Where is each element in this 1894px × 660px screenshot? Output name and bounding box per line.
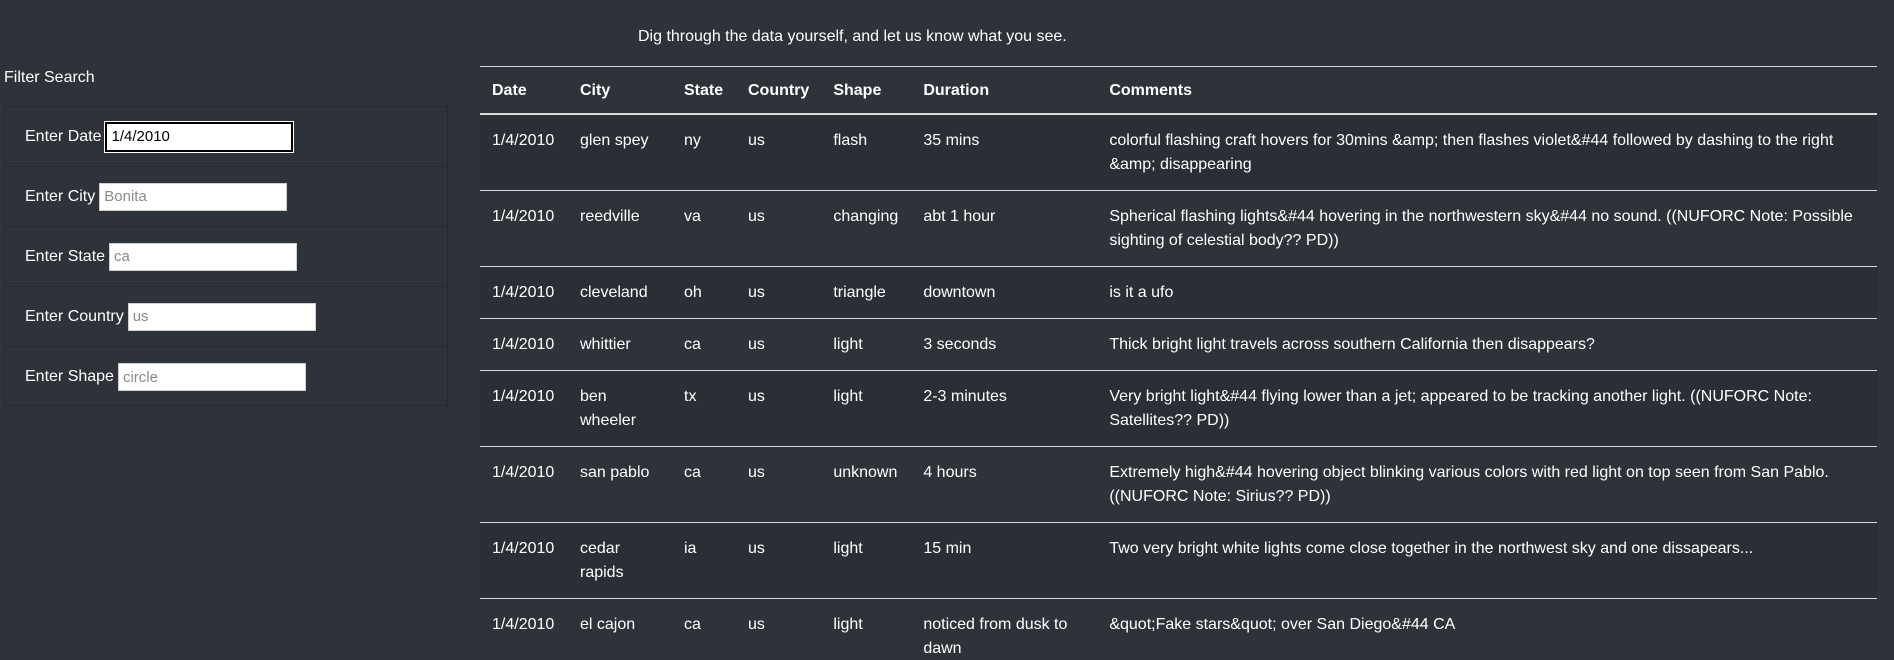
cell-comments: colorful flashing craft hovers for 30min…: [1097, 114, 1877, 191]
cell-state: va: [672, 190, 736, 267]
city-input[interactable]: [99, 182, 288, 211]
cell-country: us: [736, 598, 822, 660]
cell-comments: Spherical flashing lights&#44 hovering i…: [1097, 190, 1877, 267]
filter-row-city: Enter City: [5, 167, 447, 227]
cell-country: us: [736, 190, 822, 267]
cell-shape: triangle: [821, 266, 912, 319]
cell-city: reedville: [568, 190, 672, 267]
cell-shape: flash: [821, 114, 912, 191]
cell-duration: 3 seconds: [911, 318, 1098, 371]
cell-duration: noticed from dusk to dawn: [911, 598, 1098, 660]
cell-date: 1/4/2010: [480, 318, 568, 371]
cell-date: 1/4/2010: [480, 446, 568, 523]
filter-row-date: Enter Date: [5, 107, 447, 167]
cell-state: ca: [672, 446, 736, 523]
cell-state: ny: [672, 114, 736, 191]
cell-date: 1/4/2010: [480, 522, 568, 599]
cell-country: us: [736, 522, 822, 599]
cell-state: ia: [672, 522, 736, 599]
country-input[interactable]: [127, 302, 316, 331]
ufo-table: Date City State Country Shape Duration C…: [480, 66, 1877, 660]
cell-state: ca: [672, 598, 736, 660]
cell-duration: 15 min: [911, 522, 1098, 599]
cell-shape: light: [821, 522, 912, 599]
filter-title: Filter Search: [4, 69, 95, 86]
cell-comments: is it a ufo: [1097, 266, 1877, 319]
cell-comments: &quot;Fake stars&quot; over San Diego&#4…: [1097, 598, 1877, 660]
country-label: Enter Country: [25, 307, 124, 325]
ufo-table-container: Date City State Country Shape Duration C…: [480, 66, 1877, 660]
cell-comments: Thick bright light travels across southe…: [1097, 318, 1877, 371]
city-label: Enter City: [25, 187, 96, 205]
cell-country: us: [736, 114, 822, 191]
cell-duration: 4 hours: [911, 446, 1098, 523]
shape-label: Enter Shape: [25, 368, 114, 385]
header-city: City: [568, 66, 672, 115]
cell-comments: Two very bright white lights come close …: [1097, 522, 1877, 599]
cell-duration: downtown: [911, 266, 1098, 319]
cell-date: 1/4/2010: [480, 114, 568, 191]
header-date: Date: [480, 66, 568, 115]
cell-state: ca: [672, 318, 736, 371]
intro-text: Dig through the data yourself, and let u…: [638, 28, 1067, 45]
date-input[interactable]: [105, 121, 294, 152]
cell-state: tx: [672, 370, 736, 447]
cell-country: us: [736, 266, 822, 319]
table-row: 1/4/2010 whittier ca us light 3 seconds Thick …: [480, 318, 1877, 371]
cell-city: cedar rapids: [568, 522, 672, 599]
table-row: 1/4/2010 el cajon ca us light noticed from du…: [480, 598, 1877, 660]
table-body: 1/4/2010 glen spey ny us flash 35 mins colorfu…: [480, 114, 1877, 660]
table-row: 1/4/2010 glen spey ny us flash 35 mins colorfu…: [480, 114, 1877, 191]
cell-city: whittier: [568, 318, 672, 371]
table-row: 1/4/2010 reedville va us changing abt 1 hour S…: [480, 190, 1877, 267]
table-row: 1/4/2010 ben wheeler tx us light 2-3 minutes V…: [480, 370, 1877, 447]
table-header-row: Date City State Country Shape Duration C…: [480, 66, 1877, 115]
cell-state: oh: [672, 266, 736, 319]
cell-shape: light: [821, 598, 912, 660]
header-duration: Duration: [911, 66, 1098, 115]
cell-country: us: [736, 446, 822, 523]
state-input[interactable]: [109, 242, 298, 271]
cell-country: us: [736, 318, 822, 371]
cell-comments: Extremely high&#44 hovering object blink…: [1097, 446, 1877, 523]
shape-input[interactable]: [117, 363, 306, 391]
cell-city: el cajon: [568, 598, 672, 660]
cell-duration: abt 1 hour: [911, 190, 1098, 267]
page: Dig through the data yourself, and let u…: [0, 0, 1894, 660]
table-row: 1/4/2010 san pablo ca us unknown 4 hours Extre…: [480, 446, 1877, 523]
cell-date: 1/4/2010: [480, 598, 568, 660]
header-country: Country: [736, 66, 822, 115]
header-state: State: [672, 66, 736, 115]
cell-city: cleveland: [568, 266, 672, 319]
header-shape: Shape: [821, 66, 912, 115]
table-row: 1/4/2010 cleveland oh us triangle downtown is …: [480, 266, 1877, 319]
cell-date: 1/4/2010: [480, 266, 568, 319]
cell-shape: light: [821, 318, 912, 371]
cell-city: san pablo: [568, 446, 672, 523]
filter-panel: Enter Date Enter City Enter State Enter …: [4, 106, 448, 406]
cell-country: us: [736, 370, 822, 447]
cell-city: ben wheeler: [568, 370, 672, 447]
cell-duration: 35 mins: [911, 114, 1098, 191]
cell-comments: Very bright light&#44 flying lower than …: [1097, 370, 1877, 447]
cell-date: 1/4/2010: [480, 370, 568, 447]
filter-row-state: Enter State: [5, 227, 447, 287]
cell-shape: unknown: [821, 446, 912, 523]
table-row: 1/4/2010 cedar rapids ia us light 15 min Two v…: [480, 522, 1877, 599]
cell-shape: light: [821, 370, 912, 447]
state-label: Enter State: [25, 247, 106, 265]
filter-row-shape: Enter Shape: [5, 347, 447, 407]
cell-shape: changing: [821, 190, 912, 267]
filter-row-country: Enter Country: [5, 287, 447, 347]
cell-city: glen spey: [568, 114, 672, 191]
date-label: Enter Date: [25, 127, 102, 145]
header-comments: Comments: [1097, 66, 1877, 115]
cell-duration: 2-3 minutes: [911, 370, 1098, 447]
cell-date: 1/4/2010: [480, 190, 568, 267]
